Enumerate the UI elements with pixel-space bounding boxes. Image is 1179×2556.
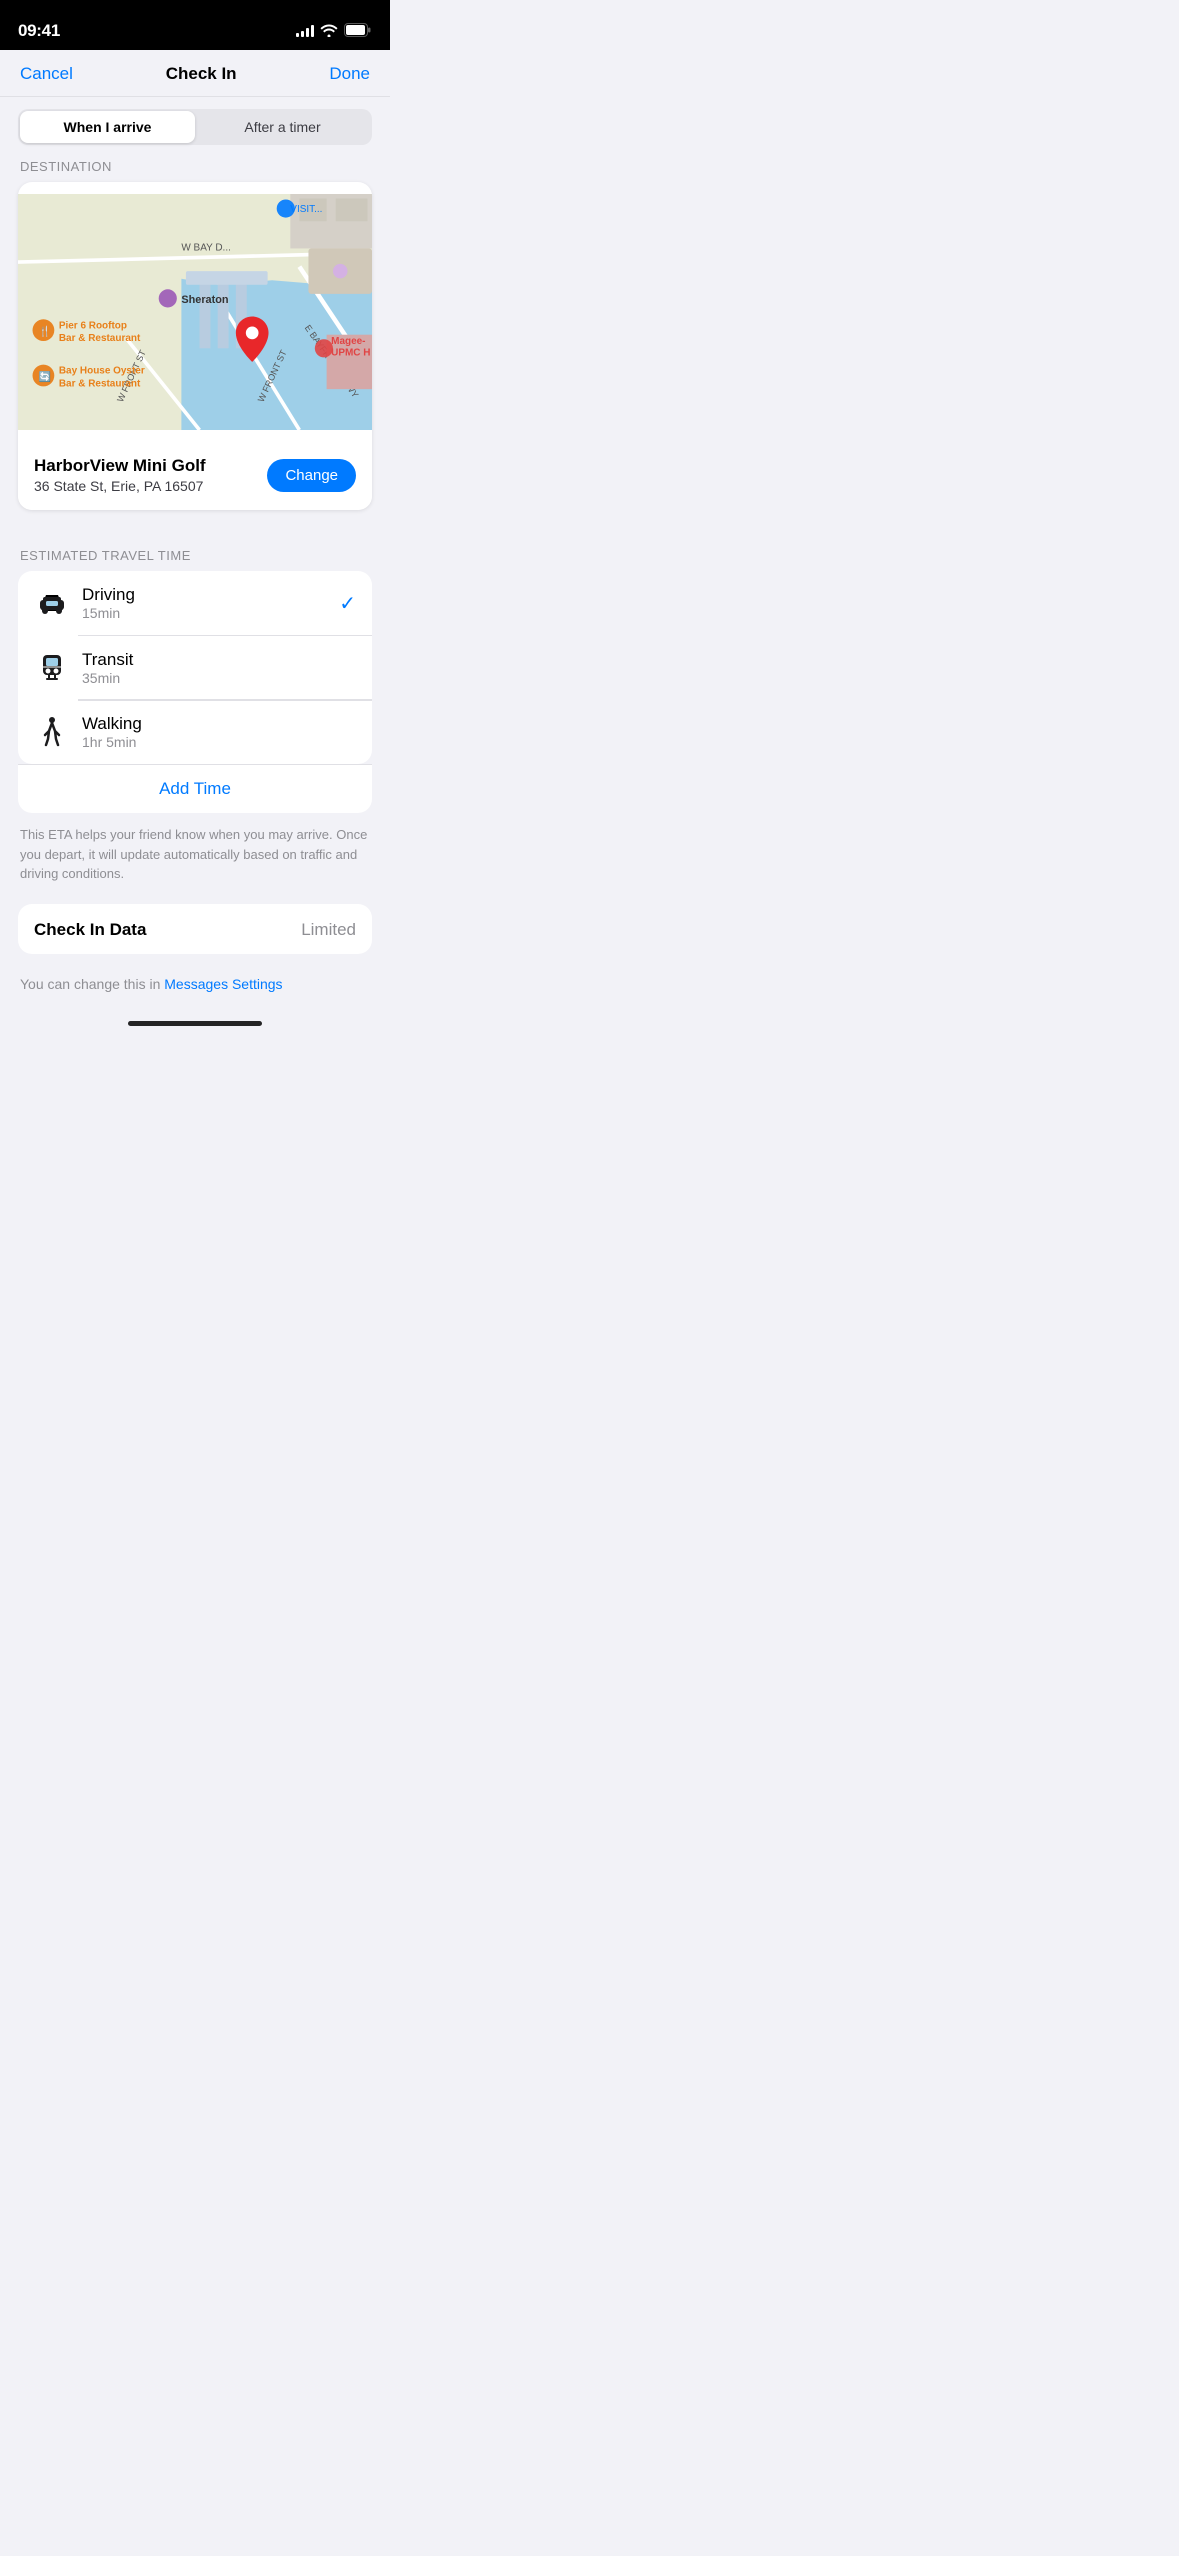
svg-text:Sheraton: Sheraton [181, 294, 228, 306]
status-icons [296, 23, 372, 40]
checkin-data-row: Check In Data Limited [34, 920, 356, 954]
svg-text:🔄: 🔄 [39, 370, 51, 383]
place-name: HarborView Mini Golf [34, 456, 206, 476]
cancel-button[interactable]: Cancel [20, 64, 73, 84]
destination-label: DESTINATION [0, 159, 390, 182]
svg-text:W BAY D...: W BAY D... [181, 242, 230, 253]
svg-text:🍴: 🍴 [39, 325, 51, 338]
travel-modes-card: Driving 15min ✓ [18, 571, 372, 764]
segment-after-timer[interactable]: After a timer [195, 111, 370, 143]
driving-label: Driving [82, 585, 339, 605]
segment-control: When I arrive After a timer [18, 109, 372, 145]
checkin-data-card: Check In Data Limited [18, 904, 372, 954]
messages-settings-link[interactable]: Messages Settings [164, 976, 282, 992]
map-address-block: HarborView Mini Golf 36 State St, Erie, … [34, 456, 206, 494]
transit-info: Transit 35min [82, 650, 356, 686]
svg-text:UPMC H: UPMC H [331, 348, 370, 359]
checkin-data-label: Check In Data [34, 920, 146, 940]
svg-text:Bay House Oyster: Bay House Oyster [59, 366, 145, 377]
walking-label: Walking [82, 714, 356, 734]
nav-header: Cancel Check In Done [0, 50, 390, 97]
travel-time-label: ESTIMATED TRAVEL TIME [0, 548, 390, 571]
svg-text:VISIT...: VISIT... [290, 204, 322, 215]
checkin-data-value: Limited [301, 920, 356, 940]
walking-icon [34, 717, 70, 747]
destination-card: W BAY D... W FRONT ST W FRONT ST E BAYFR… [18, 182, 372, 510]
page-title: Check In [166, 64, 237, 84]
signal-icon [296, 25, 314, 37]
transit-time: 35min [82, 670, 356, 686]
done-button[interactable]: Done [329, 64, 370, 84]
driving-time: 15min [82, 605, 339, 621]
battery-icon [344, 23, 372, 40]
svg-text:Magee-: Magee- [331, 336, 365, 347]
walking-row[interactable]: Walking 1hr 5min [18, 700, 372, 764]
home-bar [128, 1021, 262, 1026]
checkin-note-text: You can change this in [20, 976, 164, 992]
segment-container: When I arrive After a timer [0, 97, 390, 159]
transit-row[interactable]: Transit 35min [18, 636, 372, 700]
segment-when-arrive[interactable]: When I arrive [20, 111, 195, 143]
travel-time-section: ESTIMATED TRAVEL TIME Driving 15min ✓ [0, 548, 390, 813]
svg-text:Bar & Restaurant: Bar & Restaurant [59, 378, 141, 389]
map-svg: W BAY D... W FRONT ST W FRONT ST E BAYFR… [18, 182, 372, 442]
map-info: HarborView Mini Golf 36 State St, Erie, … [18, 442, 372, 510]
home-indicator [0, 1011, 390, 1034]
svg-text:Pier 6 Rooftop: Pier 6 Rooftop [59, 320, 127, 331]
change-button[interactable]: Change [267, 459, 356, 492]
checkin-data-note: You can change this in Messages Settings [0, 962, 390, 1011]
map-area: W BAY D... W FRONT ST W FRONT ST E BAYFR… [18, 182, 372, 442]
status-time: 09:41 [18, 21, 60, 41]
place-address: 36 State St, Erie, PA 16507 [34, 478, 206, 494]
driving-row[interactable]: Driving 15min ✓ [18, 571, 372, 635]
add-time-button[interactable]: Add Time [159, 779, 231, 798]
status-bar: 09:41 [0, 0, 390, 50]
wifi-icon [320, 23, 338, 40]
walking-info: Walking 1hr 5min [82, 714, 356, 750]
driving-selected-check: ✓ [339, 591, 356, 616]
transit-icon [34, 654, 70, 682]
driving-icon [34, 592, 70, 614]
svg-text:Bar & Restaurant: Bar & Restaurant [59, 333, 141, 344]
driving-info: Driving 15min [82, 585, 339, 621]
add-time-row[interactable]: Add Time [18, 764, 372, 813]
eta-note: This ETA helps your friend know when you… [0, 813, 390, 904]
transit-label: Transit [82, 650, 356, 670]
walking-time: 1hr 5min [82, 734, 356, 750]
